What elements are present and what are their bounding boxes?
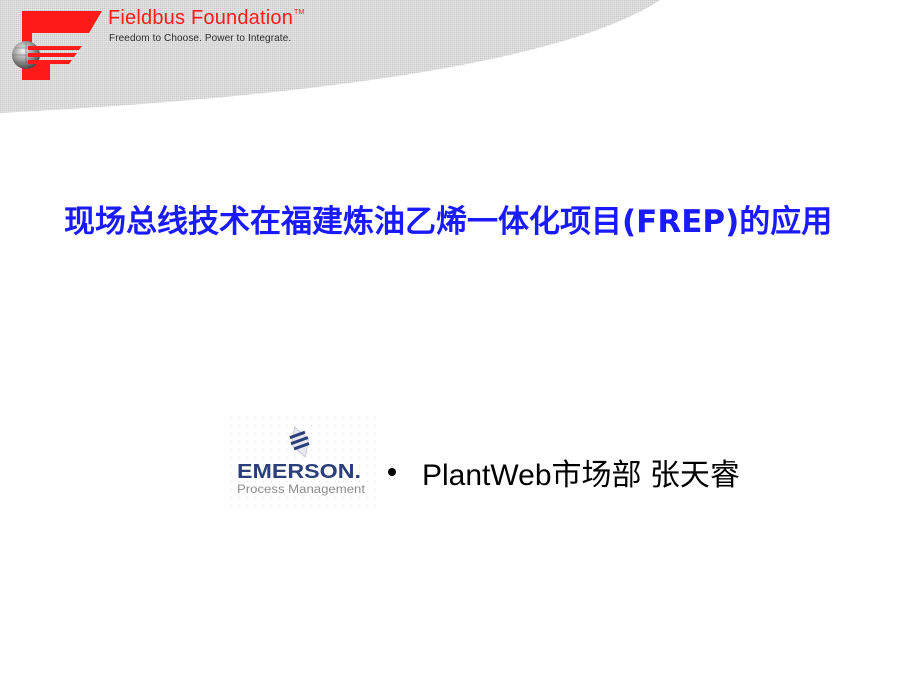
fieldbus-logo-icon xyxy=(12,11,102,80)
organization-name-text: Fieldbus Foundation xyxy=(108,7,294,29)
bullet-icon xyxy=(388,468,396,476)
organization-name: Fieldbus FoundationTM xyxy=(108,7,305,30)
organization-tagline: Freedom to Choose. Power to Integrate. xyxy=(109,33,292,44)
trademark-symbol: TM xyxy=(294,9,305,16)
presenter-bullet-item: PlantWeb市场部 张天睿 xyxy=(384,450,740,494)
emerson-division: Process Management xyxy=(237,484,366,496)
slide-title: 现场总线技术在福建炼油乙烯一体化项目(FREP)的应用 xyxy=(64,204,833,240)
presenter-text: PlantWeb市场部 张天睿 xyxy=(422,459,740,492)
emerson-logo-icon: EMERSON. Process Management xyxy=(228,414,378,506)
emerson-wordmark: EMERSON. xyxy=(237,461,361,483)
